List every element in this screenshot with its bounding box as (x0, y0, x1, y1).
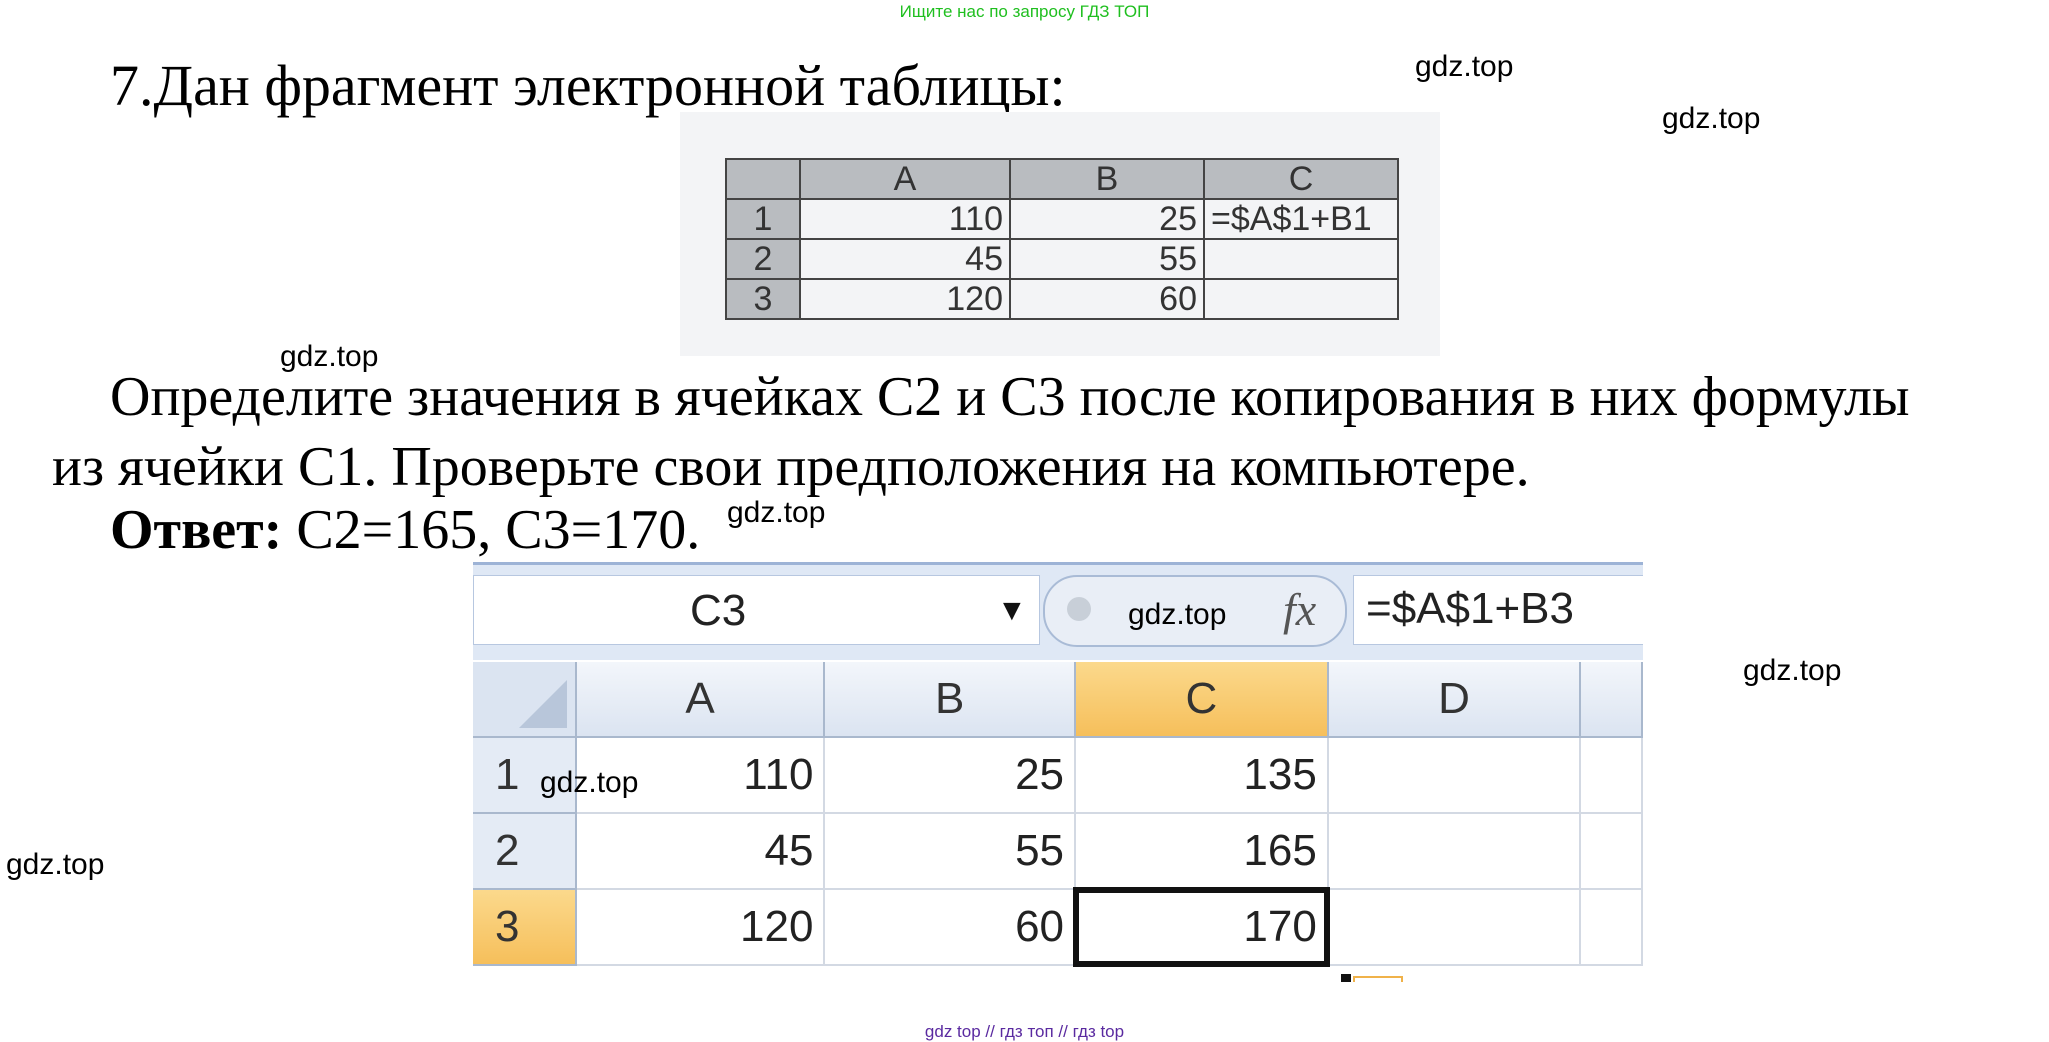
circle-icon (1067, 597, 1091, 621)
fill-handle[interactable] (1341, 974, 1351, 982)
scan-cell-c2 (1203, 238, 1399, 280)
scan-cell-c3 (1203, 278, 1399, 320)
question-text: Определите значения в ячейках С2 и С3 по… (52, 362, 2042, 502)
name-box-value: C3 (690, 586, 747, 635)
fx-icon[interactable]: fx (1283, 583, 1316, 636)
cell-b2[interactable]: 55 (824, 813, 1077, 890)
scan-cell-c1: =$A$1+B1 (1203, 198, 1399, 240)
answer-text: С2=165, С3=170. (282, 499, 701, 561)
cell-a2[interactable]: 45 (575, 813, 826, 890)
watermark: gdz.top (280, 340, 379, 373)
scanned-table: A B C 1 110 25 =$A$1+B1 2 45 55 3 120 60 (725, 158, 1399, 320)
chevron-down-icon[interactable]: ▼ (997, 594, 1027, 628)
watermark: gdz.top (540, 766, 639, 799)
scan-cell-b3: 60 (1009, 278, 1205, 320)
task-title: 7.Дан фрагмент электронной таблицы: (110, 53, 1066, 118)
scan-col-header-c: C (1203, 158, 1399, 200)
cell-c2[interactable]: 165 (1075, 813, 1329, 890)
column-header-c[interactable]: C (1075, 662, 1329, 738)
excel-screenshot: C3 ▼ fx =$A$1+B3 A B C D 1 110 25 135 2 … (473, 562, 1643, 982)
select-all-corner[interactable] (473, 662, 577, 738)
scanned-table-image: A B C 1 110 25 =$A$1+B1 2 45 55 3 120 60 (680, 112, 1440, 356)
active-cell-c3[interactable]: 170 (1073, 887, 1330, 967)
watermark: gdz.top (6, 848, 105, 881)
name-box[interactable]: C3 ▼ (473, 575, 1040, 645)
cell-b3[interactable]: 60 (824, 889, 1077, 966)
cell-d2[interactable] (1327, 813, 1582, 890)
scan-cell-b2: 55 (1009, 238, 1205, 280)
question-line-2: из ячейки С1. Проверьте свои предположен… (52, 436, 1530, 498)
scan-cell-b1: 25 (1009, 198, 1205, 240)
row-header-3[interactable]: 3 (473, 889, 577, 966)
spreadsheet-grid: A B C D 1 110 25 135 2 45 55 165 3 120 6… (473, 662, 1643, 967)
column-header-d[interactable]: D (1327, 662, 1582, 738)
triangle-icon (518, 680, 567, 728)
scan-col-header-a: A (799, 158, 1011, 200)
question-line-1: Определите значения в ячейках С2 и С3 по… (110, 366, 1910, 428)
scan-corner (725, 158, 801, 200)
cell-e1[interactable] (1580, 737, 1643, 814)
scan-row-header: 1 (725, 198, 801, 240)
scan-cell-a1: 110 (799, 198, 1011, 240)
footer-links[interactable]: gdz top // гдз топ // гдз top (0, 1022, 2049, 1042)
scan-col-header-b: B (1009, 158, 1205, 200)
top-search-link[interactable]: Ищите нас по запросу ГДЗ ТОП (0, 2, 2049, 22)
watermark: gdz.top (727, 496, 826, 529)
column-header-e[interactable] (1580, 662, 1643, 738)
watermark: gdz.top (1662, 102, 1761, 135)
cell-d3[interactable] (1327, 889, 1582, 966)
column-header-b[interactable]: B (824, 662, 1077, 738)
paste-options-icon[interactable] (1353, 976, 1403, 982)
watermark: gdz.top (1128, 598, 1227, 631)
scan-row-header: 2 (725, 238, 801, 280)
watermark: gdz.top (1415, 50, 1514, 83)
row-header-2[interactable]: 2 (473, 813, 577, 890)
column-header-a[interactable]: A (575, 662, 826, 738)
watermark: gdz.top (1743, 654, 1842, 687)
formula-bar: C3 ▼ fx =$A$1+B3 (473, 562, 1643, 660)
scan-cell-a2: 45 (799, 238, 1011, 280)
answer-line: Ответ: С2=165, С3=170. (110, 498, 700, 562)
scan-cell-a3: 120 (799, 278, 1011, 320)
formula-input[interactable]: =$A$1+B3 (1353, 575, 1643, 645)
cell-e2[interactable] (1580, 813, 1643, 890)
scan-row-header: 3 (725, 278, 801, 320)
cell-e3[interactable] (1580, 889, 1643, 966)
cell-b1[interactable]: 25 (824, 737, 1077, 814)
cell-c1[interactable]: 135 (1075, 737, 1329, 814)
answer-label: Ответ: (110, 499, 283, 561)
cell-d1[interactable] (1327, 737, 1582, 814)
formula-value: =$A$1+B3 (1366, 584, 1574, 633)
cell-a3[interactable]: 120 (575, 889, 826, 966)
